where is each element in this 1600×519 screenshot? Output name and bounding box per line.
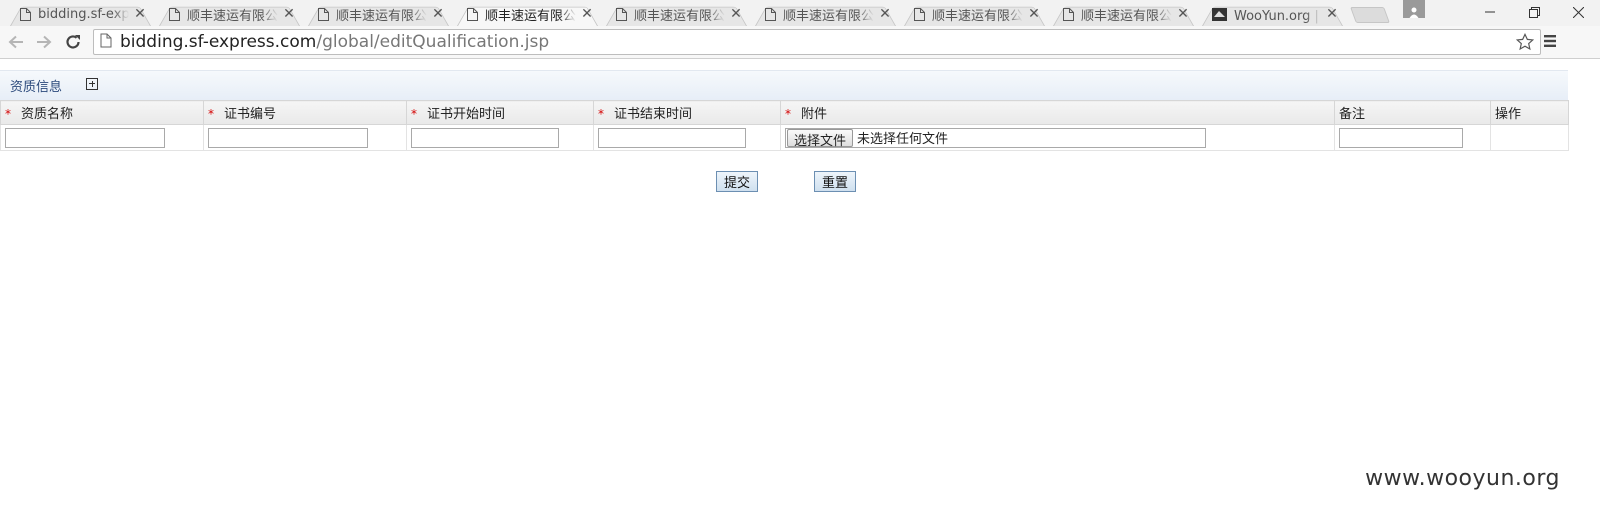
browser-tab[interactable]: bidding.sf-expre✕ [6, 2, 155, 27]
browser-tab-strip: bidding.sf-expre✕顺丰速运有限公司✕顺丰速运有限公司✕顺丰速运有… [0, 0, 1600, 27]
remark-input[interactable] [1339, 127, 1463, 148]
cell-attachment: 选择文件 未选择任何文件 [780, 124, 1335, 151]
browser-tab[interactable]: 顺丰速运有限公司✕ [900, 2, 1049, 27]
page-icon [318, 7, 329, 21]
page-icon [616, 7, 627, 21]
tab-title: 顺丰速运有限公司 [1081, 8, 1172, 24]
page-icon [1063, 7, 1074, 21]
address-bar[interactable]: bidding.sf-express.com/global/editQualif… [93, 29, 1541, 55]
table-header-row: * 资质名称 * 证书编号 * 证书开始时间 * 证书结束时间 * 附件 备注 操作 [0, 100, 1569, 125]
tab-close-icon[interactable]: ✕ [1325, 6, 1339, 22]
cell-name [0, 124, 204, 151]
tab-close-icon[interactable]: ✕ [133, 6, 147, 22]
browser-tab[interactable]: 顺丰速运有限公司✕ [602, 2, 751, 27]
bookmark-star-icon[interactable] [1515, 32, 1535, 55]
choose-file-button[interactable]: 选择文件 [787, 128, 854, 149]
profile-icon[interactable] [1403, 0, 1425, 18]
tab-title: 顺丰速运有限公司 [932, 8, 1023, 24]
tab-close-icon[interactable]: ✕ [1176, 6, 1190, 22]
menu-icon[interactable] [1543, 33, 1557, 52]
column-header-remark: 备注 [1334, 100, 1491, 125]
page-icon [169, 7, 180, 21]
tab-title: bidding.sf-expre [38, 6, 129, 22]
url-text: bidding.sf-express.com/global/editQualif… [120, 32, 550, 52]
new-tab-button[interactable] [1350, 7, 1390, 23]
browser-tab[interactable]: 顺丰速运有限公司✕ [1049, 2, 1198, 27]
watermark-text: www.wooyun.org [1365, 466, 1560, 491]
submit-button[interactable]: 提交 [716, 171, 759, 192]
page-icon [914, 7, 925, 21]
browser-tab[interactable]: WooYun.org | 自✕ [1198, 2, 1347, 27]
column-header-attachment: * 附件 [780, 100, 1335, 125]
cell-start-date [406, 124, 594, 151]
back-button[interactable] [4, 31, 28, 53]
section-title: 资质信息 [10, 80, 63, 95]
close-window-button[interactable] [1556, 0, 1600, 24]
tab-title: 顺丰速运有限公司 [634, 8, 725, 24]
window-controls [1468, 0, 1600, 26]
qualification-table: * 资质名称 * 证书编号 * 证书开始时间 * 证书结束时间 * 附件 备注 操作 选择… [0, 100, 1569, 151]
cell-remark [1334, 124, 1491, 151]
tab-title: 顺丰速运有限公司 [485, 8, 576, 24]
expand-icon[interactable] [86, 77, 99, 90]
browser-tab[interactable]: 顺丰速运有限公司✕ [453, 2, 602, 27]
browser-tab[interactable]: 顺丰速运有限公司✕ [155, 2, 304, 27]
column-header-start-date: * 证书开始时间 [406, 100, 594, 125]
file-status-text: 未选择任何文件 [857, 132, 949, 147]
forward-button[interactable] [32, 31, 56, 53]
column-header-name: * 资质名称 [0, 100, 204, 125]
tab-close-icon[interactable]: ✕ [1027, 6, 1041, 22]
reload-button[interactable] [61, 31, 85, 53]
section-header: 资质信息 [0, 70, 1568, 100]
cert-number-input[interactable] [208, 127, 368, 148]
file-input[interactable]: 选择文件 未选择任何文件 [785, 127, 1206, 149]
browser-tab[interactable]: 顺丰速运有限公司✕ [751, 2, 900, 27]
tab-title: 顺丰速运有限公司 [783, 8, 874, 24]
browser-tab[interactable]: 顺丰速运有限公司✕ [304, 2, 453, 27]
tab-close-icon[interactable]: ✕ [282, 6, 296, 22]
page-icon [100, 33, 112, 52]
browser-toolbar: bidding.sf-express.com/global/editQualif… [0, 26, 1600, 59]
column-header-cert-number: * 证书编号 [203, 100, 407, 125]
page-icon [20, 7, 31, 21]
wooyun-logo-icon [1212, 7, 1227, 21]
cert-start-date-input[interactable] [411, 127, 559, 148]
cell-actions [1490, 124, 1569, 151]
minimize-button[interactable] [1468, 0, 1512, 24]
tab-title: 顺丰速运有限公司 [336, 8, 427, 24]
tab-close-icon[interactable]: ✕ [729, 6, 743, 22]
cell-end-date [593, 124, 781, 151]
column-header-actions: 操作 [1490, 100, 1569, 125]
reset-button[interactable]: 重置 [814, 171, 857, 192]
tab-close-icon[interactable]: ✕ [878, 6, 892, 22]
cell-cert-number [203, 124, 407, 151]
tab-title: WooYun.org | 自 [1234, 8, 1321, 24]
qualification-name-input[interactable] [5, 127, 165, 148]
page-icon [467, 7, 478, 21]
tab-title: 顺丰速运有限公司 [187, 8, 278, 24]
page-icon [765, 7, 776, 21]
restore-button[interactable] [1512, 0, 1556, 24]
tab-close-icon[interactable]: ✕ [580, 6, 594, 22]
table-row: 选择文件 未选择任何文件 [0, 124, 1569, 151]
tab-close-icon[interactable]: ✕ [431, 6, 445, 22]
tab-list: bidding.sf-expre✕顺丰速运有限公司✕顺丰速运有限公司✕顺丰速运有… [6, 2, 1390, 27]
column-header-end-date: * 证书结束时间 [593, 100, 781, 125]
cert-end-date-input[interactable] [598, 127, 746, 148]
